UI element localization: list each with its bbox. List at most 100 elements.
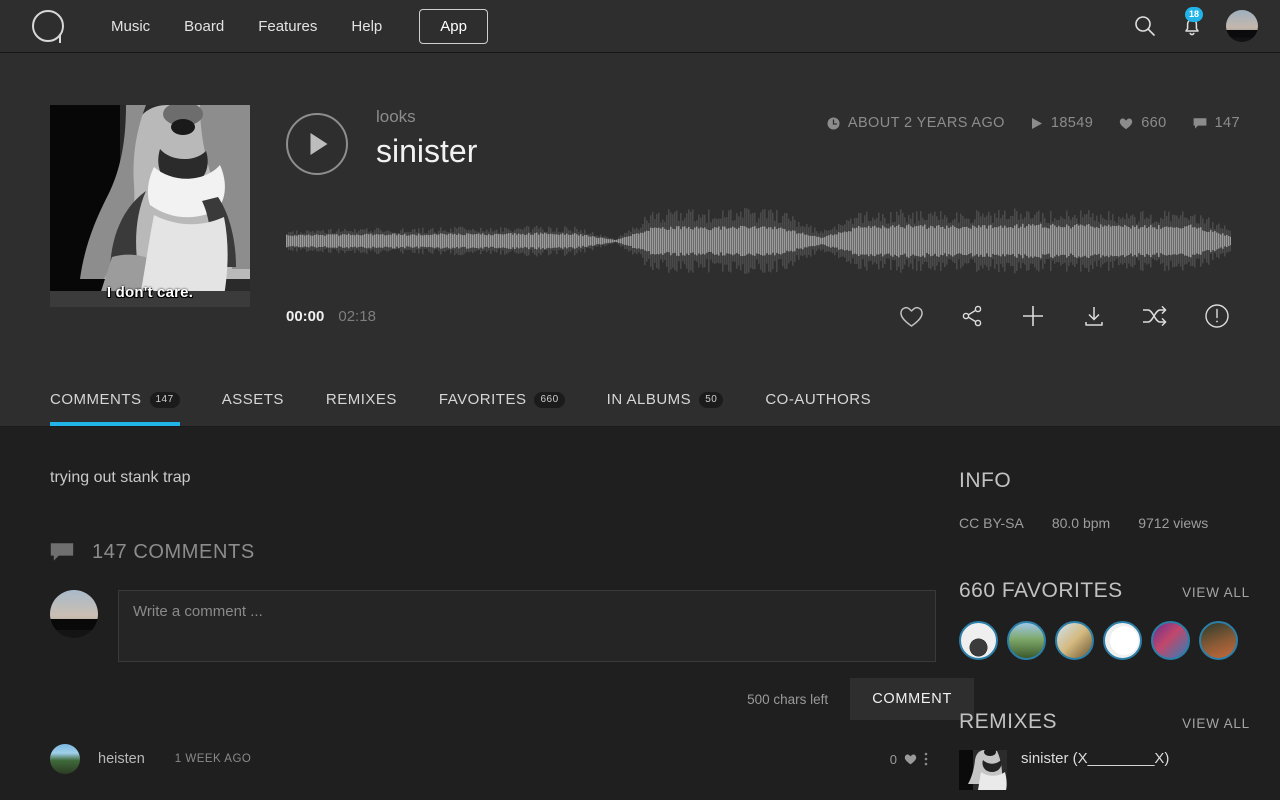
cover-illustration — [50, 105, 250, 307]
remixes-heading-label: REMIXES — [959, 710, 1058, 733]
comment-list-item: heisten 1 WEEK AGO 0 — [50, 744, 928, 774]
play-button[interactable] — [286, 113, 348, 175]
stat-comments-value: 147 — [1214, 115, 1240, 131]
comment-timestamp: 1 WEEK AGO — [174, 753, 252, 765]
report-icon[interactable] — [1204, 303, 1230, 329]
favorite-avatar[interactable] — [959, 621, 998, 660]
comment-compose — [50, 590, 945, 662]
remixes-view-all-link[interactable]: VIEW ALL — [1182, 716, 1250, 731]
tab-co-authors-label: CO-AUTHORS — [765, 391, 872, 408]
remix-icon[interactable] — [1142, 304, 1168, 328]
favorites-view-all-link[interactable]: VIEW ALL — [1182, 585, 1250, 600]
tab-comments[interactable]: COMMENTS 147 — [50, 391, 180, 426]
cover-art[interactable]: I don't care. — [50, 105, 250, 307]
nav-item-features[interactable]: Features — [241, 12, 334, 41]
heart-icon[interactable] — [899, 305, 924, 328]
app-button[interactable]: App — [419, 8, 488, 44]
artist-name[interactable]: looks — [376, 107, 477, 127]
tab-favorites-badge: 660 — [534, 391, 565, 408]
tab-in-albums-badge: 50 — [699, 391, 724, 408]
remix-thumbnail — [959, 750, 1007, 790]
remixes-heading: REMIXES VIEW ALL — [959, 710, 1250, 734]
stat-likes: 660 — [1119, 115, 1166, 131]
comment-meta: 0 — [890, 752, 928, 767]
tab-in-albums[interactable]: IN ALBUMS 50 — [607, 391, 724, 426]
tab-favorites[interactable]: FAVORITES 660 — [439, 391, 565, 426]
license-label: CC BY-SA — [959, 515, 1024, 531]
track-stats: ABOUT 2 YEARS AGO 18549 660 147 — [827, 105, 1240, 131]
favorites-heading: 660 FAVORITES VIEW ALL — [959, 579, 1250, 603]
track-description: trying out stank trap — [50, 469, 191, 486]
tab-comments-label: COMMENTS — [50, 391, 142, 408]
tab-assets[interactable]: ASSETS — [222, 391, 284, 426]
nav-right-group: 18 — [1132, 7, 1258, 42]
notification-badge: 18 — [1185, 7, 1204, 22]
share-icon[interactable] — [960, 304, 984, 328]
nav-links: Music Board Features Help App — [94, 8, 488, 44]
favorite-avatar[interactable] — [1055, 621, 1094, 660]
favorite-avatar[interactable] — [1103, 621, 1142, 660]
waveform[interactable] — [286, 201, 1240, 281]
stat-likes-value: 660 — [1141, 115, 1167, 131]
comment-input[interactable] — [118, 590, 936, 662]
current-time: 00:00 — [286, 307, 325, 325]
nav-item-board[interactable]: Board — [167, 12, 241, 41]
tab-assets-label: ASSETS — [221, 391, 284, 408]
add-icon[interactable] — [1020, 303, 1046, 329]
remix-list-item[interactable]: sinister (X________X) — [959, 750, 1250, 790]
waveform-graph — [286, 208, 1231, 274]
heart-icon[interactable] — [904, 753, 917, 765]
title-block: looks sinister — [376, 105, 477, 170]
comment-like-count: 0 — [889, 751, 897, 767]
nav-item-music[interactable]: Music — [94, 12, 167, 41]
comments-heading-label: 147 COMMENTS — [92, 541, 255, 563]
download-icon[interactable] — [1082, 304, 1106, 328]
tab-remixes-label: REMIXES — [325, 391, 397, 408]
cover-caption: I don't care. — [106, 284, 194, 301]
track-details: looks sinister ABOUT 2 YEARS AGO 18549 6… — [286, 105, 1240, 329]
play-icon — [1031, 117, 1042, 129]
kebab-menu-icon[interactable] — [924, 752, 928, 766]
info-heading: INFO — [959, 469, 1250, 493]
avatar[interactable] — [50, 744, 80, 774]
title-row: looks sinister ABOUT 2 YEARS AGO 18549 6… — [286, 105, 1240, 175]
track-hero: I don't care. looks sinister ABOUT 2 YEA… — [0, 53, 1280, 375]
bell-icon[interactable]: 18 — [1180, 7, 1204, 38]
clock-icon — [827, 117, 840, 129]
search-icon[interactable] — [1132, 13, 1158, 39]
comment-icon — [50, 543, 74, 561]
top-navbar: Music Board Features Help App 18 — [0, 0, 1280, 53]
favorite-avatar[interactable] — [1199, 621, 1238, 660]
favorites-heading-label: 660 FAVORITES — [959, 579, 1123, 602]
info-heading-label: INFO — [959, 469, 1012, 492]
page-title: sinister — [376, 133, 478, 169]
bpm-label: 80.0 bpm — [1051, 515, 1111, 531]
tab-favorites-label: FAVORITES — [438, 391, 527, 408]
info-row: CC BY-SA 80.0 bpm 9712 views — [959, 515, 1250, 531]
tab-bar: COMMENTS 147 ASSETS REMIXES FAVORITES 66… — [0, 375, 1280, 427]
cover-art-image — [50, 105, 250, 307]
logo-icon[interactable] — [32, 10, 64, 42]
action-bar — [899, 303, 1240, 329]
sidebar: INFO CC BY-SA 80.0 bpm 9712 views 660 FA… — [945, 427, 1280, 790]
remix-thumbnail-image — [959, 750, 1007, 790]
comment-icon — [1193, 117, 1206, 129]
tab-comments-badge: 147 — [149, 391, 180, 408]
nav-item-help[interactable]: Help — [334, 12, 399, 41]
stat-plays-value: 18549 — [1050, 115, 1094, 131]
avatar[interactable] — [1226, 10, 1258, 42]
tab-remixes[interactable]: REMIXES — [326, 391, 397, 426]
tab-co-authors[interactable]: CO-AUTHORS — [765, 391, 871, 426]
comment-author[interactable]: heisten — [98, 751, 145, 767]
remix-title[interactable]: sinister (X________X) — [1021, 750, 1169, 767]
stat-age: ABOUT 2 YEARS AGO — [827, 115, 1005, 131]
favorite-avatar[interactable] — [1151, 621, 1190, 660]
views-label: 9712 views — [1138, 515, 1209, 531]
comment-actions: 500 chars left COMMENT — [118, 678, 974, 720]
favorite-avatar[interactable] — [1007, 621, 1046, 660]
stat-comments: 147 — [1193, 115, 1240, 131]
content-area: trying out stank trap 147 COMMENTS 500 c… — [0, 427, 1280, 790]
tab-in-albums-label: IN ALBUMS — [606, 391, 692, 408]
stat-plays: 18549 — [1031, 115, 1093, 131]
avatar — [50, 590, 98, 638]
